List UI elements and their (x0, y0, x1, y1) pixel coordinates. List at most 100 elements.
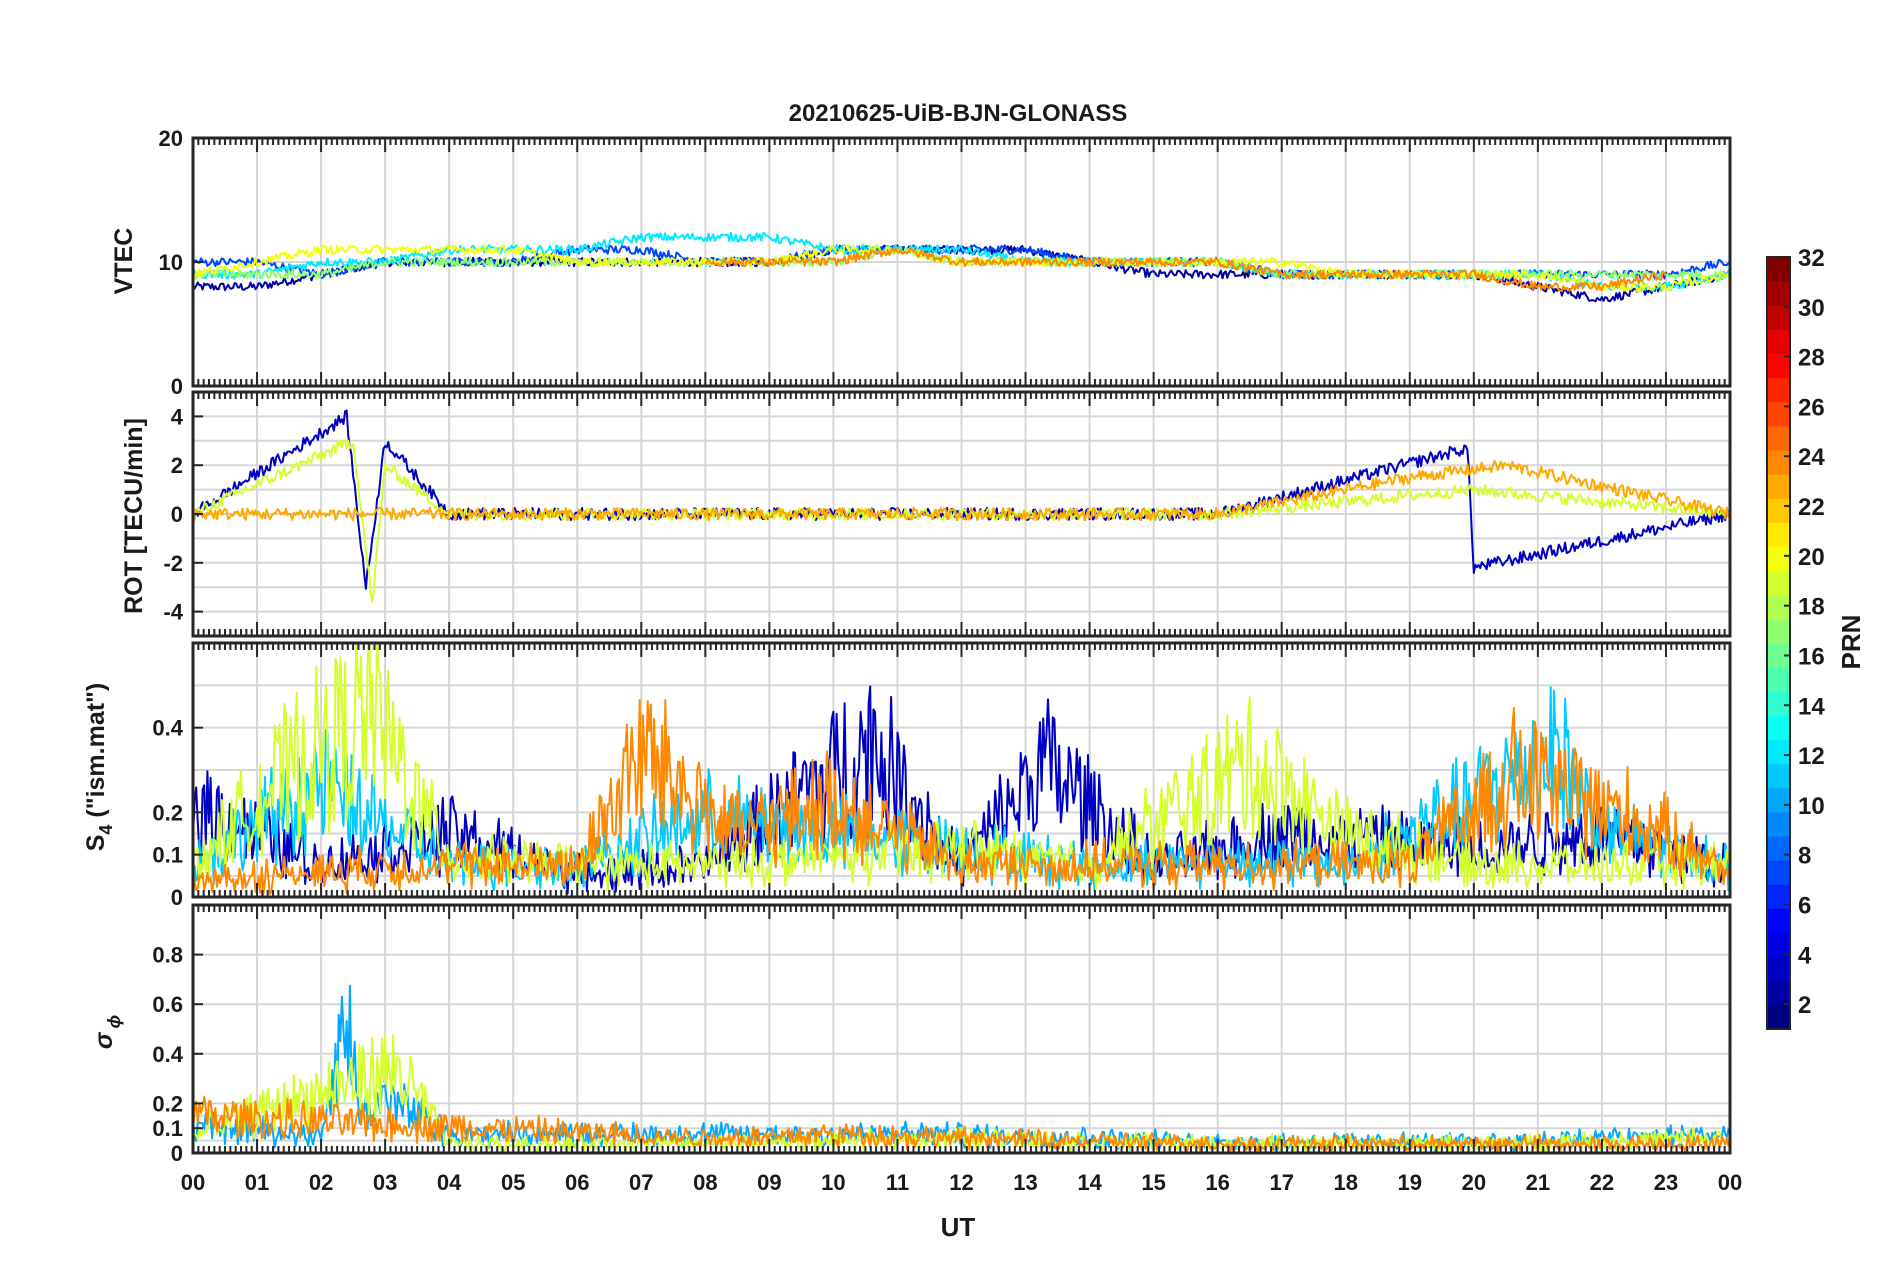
colorbar-tick-label: 28 (1798, 345, 1825, 372)
y-tick-label: 0.1 (152, 843, 183, 868)
colorbar-swatch (1767, 860, 1790, 885)
y-tick-label: 4 (171, 404, 184, 429)
colorbar-tick-label: 4 (1798, 942, 1812, 969)
x-tick-label: 00 (1718, 1170, 1742, 1195)
panel-vtec: 0 10 20 (159, 126, 1732, 399)
y-tick-label: -4 (163, 600, 183, 625)
colorbar-tick-label: 16 (1798, 643, 1825, 670)
y-tick-label: 0.4 (152, 716, 183, 741)
panel-sigphi: 00.10.2 0.4 0.6 0.8 (152, 903, 1732, 1166)
x-tick-labels: 00 01 02 03 04 05 06 07 08 09 10 11 12 13 14 15 16 17 18 19… (181, 1170, 1742, 1195)
y-tick-label: 0 (171, 1141, 183, 1166)
x-tick-label: 03 (373, 1170, 397, 1195)
sigphi-ylabel: σϕ (90, 1015, 124, 1049)
colorbar-tick-label: 8 (1798, 843, 1811, 870)
colorbar-swatch (1767, 667, 1790, 692)
x-tick-label: 22 (1590, 1170, 1614, 1195)
colorbar-swatch (1767, 956, 1790, 982)
colorbar-swatch (1767, 836, 1790, 861)
colorbar-tick-label: 20 (1798, 544, 1825, 571)
plots-layer: 01020-4-202400.10.20.400.10.20.40.60.8 (152, 126, 1732, 1166)
colorbar-swatch (1767, 570, 1790, 596)
x-tick-label: 21 (1526, 1170, 1550, 1195)
s4-ylabel: S4 ("ism.mat") (82, 683, 116, 852)
colorbar-tick-label: 24 (1798, 444, 1825, 471)
colorbar: 2468101214161820222426283032 (1766, 245, 1825, 1030)
colorbar-swatch (1767, 546, 1790, 572)
colorbar-swatch (1767, 474, 1790, 499)
x-tick-label: 16 (1205, 1170, 1229, 1195)
x-tick-label: 09 (757, 1170, 781, 1195)
x-tick-label: 18 (1334, 1170, 1358, 1195)
colorbar-swatch (1767, 377, 1790, 403)
x-tick-label: 23 (1654, 1170, 1678, 1195)
x-tick-label: 04 (437, 1170, 462, 1195)
x-tick-label: 15 (1141, 1170, 1165, 1195)
y-tick-label: 10 (159, 250, 183, 275)
panel-s4: 0 0.1 0.2 0.4 (152, 641, 1732, 910)
colorbar-swatch (1767, 522, 1790, 547)
panel-rot: -4 -2 0 2 4 (163, 390, 1732, 638)
x-tick-label: 07 (629, 1170, 653, 1195)
y-tick-label: 0.6 (152, 992, 183, 1017)
colorbar-swatch (1767, 739, 1790, 765)
colorbar-swatch (1767, 811, 1790, 837)
sigphi-ylabel-main: σ (90, 1031, 118, 1049)
colorbar-label: PRN (1836, 615, 1866, 670)
vtec-ylabel: VTEC (110, 228, 138, 295)
y-tick-label: 0 (171, 502, 183, 527)
chart-title: 20210625-UiB-BJN-GLONASS (789, 100, 1128, 127)
colorbar-tick-label: 26 (1798, 394, 1825, 421)
x-tick-label: 12 (949, 1170, 973, 1195)
colorbar-swatch (1767, 908, 1790, 933)
colorbar-tick-label: 30 (1798, 295, 1825, 322)
x-tick-label: 17 (1269, 1170, 1293, 1195)
colorbar-swatch (1767, 691, 1790, 716)
colorbar-tick-label: 32 (1798, 245, 1825, 272)
colorbar-swatch (1767, 281, 1790, 306)
x-tick-label: 00 (181, 1170, 205, 1195)
colorbar-swatch (1767, 498, 1790, 523)
x-tick-label: 10 (821, 1170, 845, 1195)
colorbar-tick-label: 12 (1798, 743, 1825, 770)
x-tick-label: 05 (501, 1170, 525, 1195)
colorbar-swatch (1767, 715, 1790, 740)
x-tick-label: 08 (693, 1170, 717, 1195)
y-tick-label: -2 (163, 551, 183, 576)
y-tick-label: 0 (171, 374, 183, 399)
colorbar-swatch (1767, 329, 1790, 354)
y-tick-label: 2 (171, 453, 183, 478)
colorbar-swatch (1767, 450, 1790, 475)
x-tick-label: 01 (245, 1170, 269, 1195)
colorbar-swatch (1767, 257, 1790, 282)
y-tick-label: 20 (159, 126, 183, 151)
colorbar-swatch (1767, 787, 1790, 813)
x-tick-label: 14 (1077, 1170, 1102, 1195)
colorbar-swatch (1767, 618, 1790, 644)
s4-ylabel-main: S (82, 835, 110, 852)
x-tick-label: 13 (1013, 1170, 1037, 1195)
x-tick-label: 19 (1398, 1170, 1422, 1195)
x-tick-label: 20 (1462, 1170, 1486, 1195)
x-axis-label: UT (941, 1212, 976, 1242)
rot-ylabel: ROT [TECU/min] (120, 418, 148, 614)
colorbar-swatch (1767, 425, 1790, 451)
x-tick-label: 06 (565, 1170, 589, 1195)
y-tick-label: 0.1 (152, 1116, 183, 1141)
y-tick-label: 0.8 (152, 943, 183, 968)
x-tick-label: 02 (309, 1170, 333, 1195)
colorbar-tick-label: 6 (1798, 892, 1811, 919)
s4-ylabel-sub: 4 (96, 825, 116, 835)
colorbar-tick-label: 10 (1798, 793, 1825, 820)
y-tick-label: 0.4 (152, 1042, 183, 1067)
x-tick-label: 11 (886, 1170, 909, 1195)
colorbar-swatch (1767, 594, 1790, 620)
colorbar-tick-label: 22 (1798, 494, 1825, 521)
colorbar-tick-label: 18 (1798, 594, 1825, 621)
colorbar-swatch (1767, 1004, 1790, 1030)
colorbar-swatch (1767, 763, 1790, 789)
figure: 01020-4-202400.10.20.400.10.20.40.60.8 2… (82, 100, 1866, 1242)
colorbar-swatch (1767, 980, 1790, 1006)
colorbar-tick-label: 14 (1798, 693, 1825, 720)
colorbar-swatch (1767, 305, 1790, 330)
